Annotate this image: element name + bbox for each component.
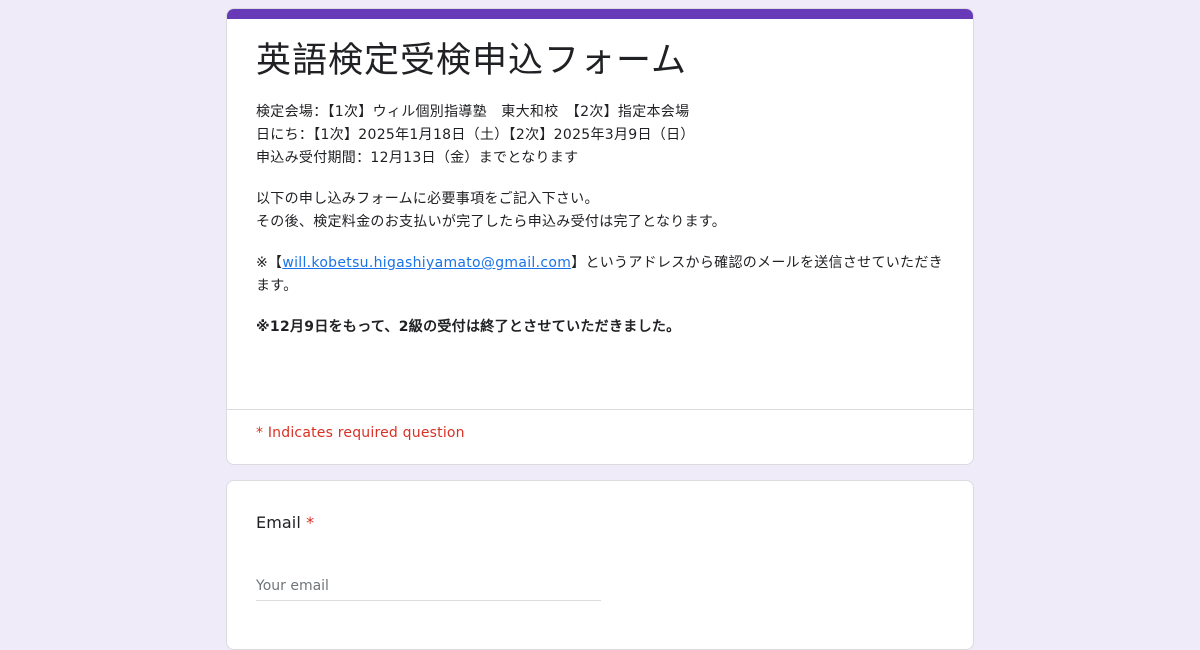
- form-title: 英語検定受検申込フォーム: [256, 41, 687, 81]
- desc-payment: その後、検定料金のお支払いが完了したら申込み受付は完了となります。: [256, 214, 727, 230]
- contact-email-link[interactable]: will.kobetsu.higashiyamato@gmail.com: [282, 255, 571, 271]
- header-divider: [227, 409, 973, 410]
- desc-instructions: 以下の申し込みフォームに必要事項をご記入下さい。: [256, 191, 599, 207]
- email-prefix: ※【: [256, 255, 283, 271]
- header-accent-bar: [227, 9, 973, 19]
- required-star: *: [306, 513, 315, 532]
- email-question-title: Email *: [256, 513, 314, 532]
- desc-spacer: [256, 234, 946, 252]
- desc-spacer: [256, 170, 946, 188]
- email-question-card: Email *: [226, 480, 974, 650]
- desc-deadline: 申込み受付期間：12月13日（金）までとなります: [256, 150, 579, 166]
- desc-date: 日にち：【1次】2025年1月18日（土）【2次】2025年3月9日（日）: [256, 127, 695, 143]
- required-note: * Indicates required question: [256, 425, 465, 441]
- desc-venue: 検定会場：【1次】ウィル個別指導塾 東大和校 【2次】指定本会場: [256, 104, 690, 120]
- desc-email-notice: ※【will.kobetsu.higashiyamato@gmail.com】と…: [256, 252, 946, 298]
- email-question-label: Email: [256, 513, 301, 532]
- form-header-card: 英語検定受検申込フォーム 検定会場：【1次】ウィル個別指導塾 東大和校 【2次】…: [226, 8, 974, 465]
- form-description: 検定会場：【1次】ウィル個別指導塾 東大和校 【2次】指定本会場 日にち：【1次…: [256, 101, 946, 339]
- desc-closed-notice: ※12月9日をもって、2級の受付は終了とさせていただきました。: [256, 319, 681, 335]
- desc-spacer: [256, 298, 946, 316]
- email-input[interactable]: [256, 571, 601, 601]
